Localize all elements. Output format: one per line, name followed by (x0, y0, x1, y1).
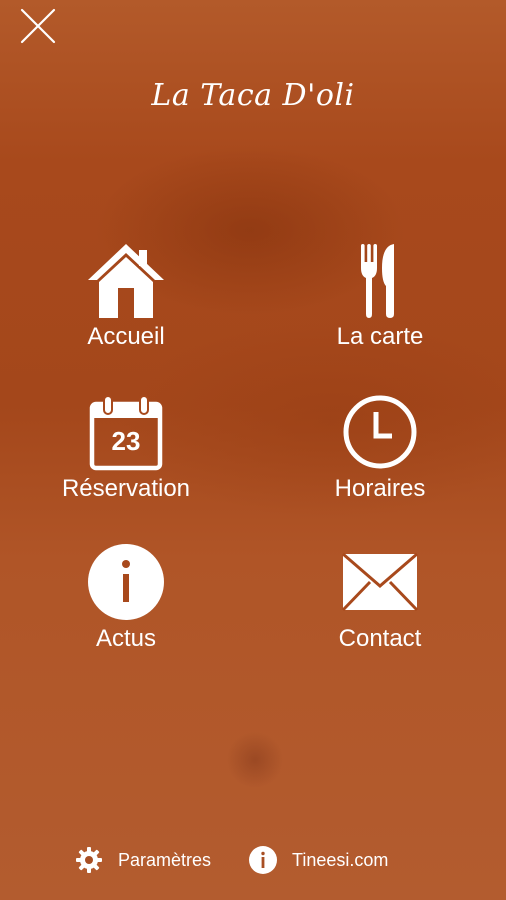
close-button[interactable] (18, 6, 58, 46)
provider-label: Tineesi.com (292, 850, 389, 870)
info-icon (26, 542, 226, 622)
menu-item-label: Réservation (61, 475, 191, 502)
menu-item-accueil[interactable]: Accueil (26, 240, 226, 360)
clock-icon (280, 392, 480, 472)
provider-link[interactable]: Tineesi.com (248, 844, 388, 876)
menu-item-label: Accueil (87, 323, 165, 350)
fork-knife-icon (280, 240, 480, 320)
home-icon (26, 240, 226, 320)
calendar-icon: 23 (26, 392, 226, 472)
envelope-icon (280, 542, 480, 622)
brand-title: La Taca D'oli (151, 78, 355, 113)
gear-icon (74, 845, 104, 875)
info-icon (248, 845, 278, 875)
menu-item-label: La carte (336, 323, 424, 350)
menu-item-label: Actus (95, 625, 157, 652)
settings-link[interactable]: Paramètres (74, 844, 211, 876)
menu-item-contact[interactable]: Contact (280, 542, 480, 662)
close-icon (20, 8, 56, 44)
menu-item-actus[interactable]: Actus (26, 542, 226, 662)
menu-item-reservation[interactable]: 23 Réservation (26, 392, 226, 512)
menu-item-label: Contact (338, 625, 422, 652)
menu-item-horaires[interactable]: Horaires (280, 392, 480, 512)
calendar-day: 23 (111, 426, 141, 456)
settings-label: Paramètres (118, 850, 212, 870)
menu-item-la-carte[interactable]: La carte (280, 240, 480, 360)
menu-item-label: Horaires (334, 475, 426, 502)
